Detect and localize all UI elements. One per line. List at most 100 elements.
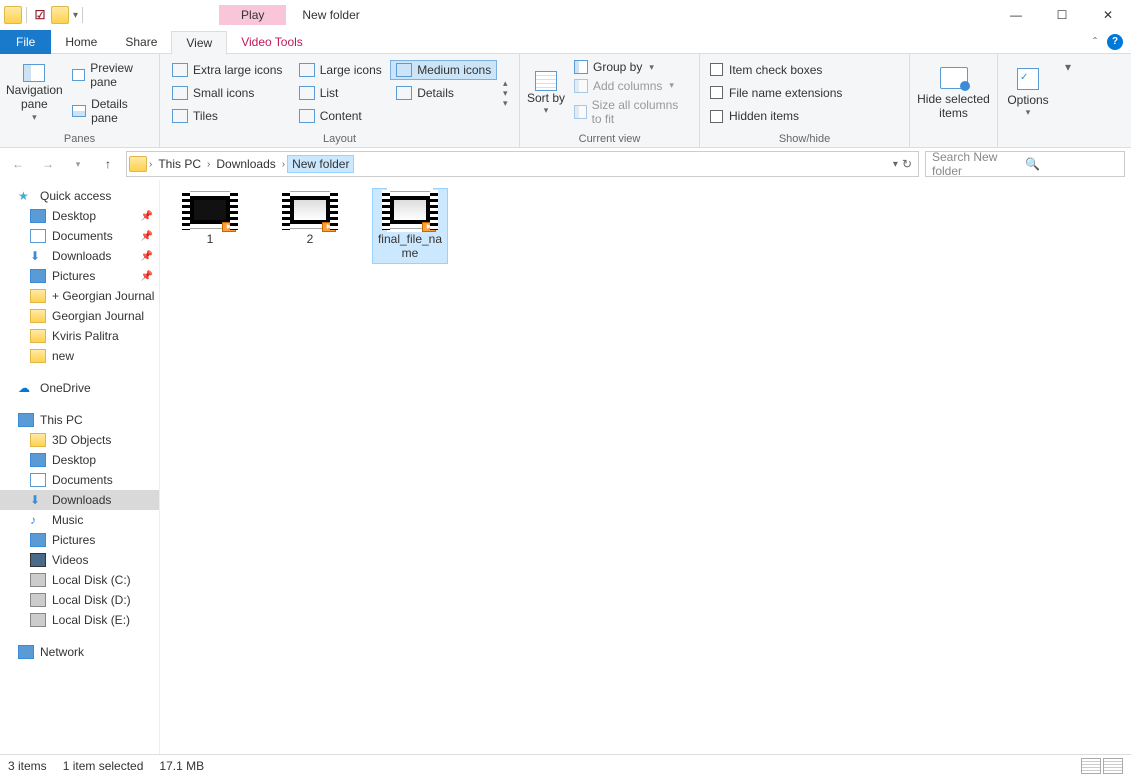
extra-large-icons-button[interactable]: Extra large icons — [166, 60, 293, 80]
tree-label: Quick access — [40, 189, 111, 203]
up-button[interactable]: ↑ — [96, 152, 120, 176]
window-title: New folder — [302, 8, 359, 22]
navigation-pane-button[interactable]: Navigation pane ▾ — [6, 58, 63, 128]
tree-this-pc[interactable]: This PC — [0, 410, 159, 430]
maximize-button[interactable]: ☐ — [1039, 0, 1085, 30]
lg-icons-icon — [299, 63, 315, 77]
tree-label: Downloads — [52, 493, 111, 507]
status-size: 17.1 MB — [159, 759, 204, 773]
tree-documents[interactable]: Documents📌 — [0, 226, 159, 246]
hide-selected-button[interactable]: Hide selected items — [916, 58, 991, 128]
list-button[interactable]: List — [293, 83, 390, 103]
ribbon-group-current-view: Sort by ▾ Group by▾ Add columns▾ Size al… — [520, 54, 700, 147]
disk-icon — [30, 593, 46, 607]
qa-chevron-icon[interactable]: ▾ — [73, 10, 78, 21]
refresh-icon[interactable]: ↻ — [902, 157, 912, 171]
large-icons-button[interactable]: Large icons — [293, 60, 390, 80]
file-item-2[interactable]: ▶ 2 — [272, 188, 348, 250]
sizecol-icon — [574, 105, 587, 119]
tree-music[interactable]: Music — [0, 510, 159, 530]
app-folder-icon[interactable] — [4, 6, 22, 24]
menu-video-tools[interactable]: Video Tools — [227, 30, 317, 54]
menu-view[interactable]: View — [171, 31, 227, 55]
tree-disk-e[interactable]: Local Disk (E:) — [0, 610, 159, 630]
chevron-down-icon: ▾ — [669, 80, 674, 91]
tree-videos[interactable]: Videos — [0, 550, 159, 570]
menu-right: ˆ ? — [1093, 34, 1131, 50]
breadcrumb-this-pc[interactable]: This PC — [154, 155, 205, 173]
tree-pictures[interactable]: Pictures📌 — [0, 266, 159, 286]
sort-by-button[interactable]: Sort by ▾ — [526, 58, 566, 128]
options-button[interactable]: Options ▾ — [1004, 58, 1052, 128]
menu-share[interactable]: Share — [111, 30, 171, 54]
tree-pictures-pc[interactable]: Pictures — [0, 530, 159, 550]
layout-spinner[interactable]: ▴▾▾ — [497, 58, 513, 128]
tree-downloads-pc[interactable]: Downloads — [0, 490, 159, 510]
tree-disk-d[interactable]: Local Disk (D:) — [0, 590, 159, 610]
breadcrumb-sep[interactable]: › — [282, 159, 285, 170]
details-view-button[interactable]: Details — [390, 83, 497, 103]
breadcrumb-downloads[interactable]: Downloads — [212, 155, 279, 173]
menu-file[interactable]: File — [0, 30, 51, 54]
size-columns-button[interactable]: Size all columns to fit — [572, 97, 693, 127]
close-button[interactable]: ✕ — [1085, 0, 1131, 30]
file-item-final[interactable]: ▶ final_file_name — [372, 188, 448, 264]
video-thumbnail-icon: ▶ — [286, 192, 334, 228]
tree-onedrive[interactable]: ☁OneDrive — [0, 378, 159, 398]
tree-desktop[interactable]: Desktop📌 — [0, 206, 159, 226]
current-view-group-label: Current view — [526, 131, 693, 145]
search-input[interactable]: Search New folder 🔍 — [925, 151, 1125, 177]
details-view-icon[interactable] — [1081, 758, 1101, 774]
large-icons-view-icon[interactable] — [1103, 758, 1123, 774]
tree-network[interactable]: Network — [0, 642, 159, 662]
tree-desktop-pc[interactable]: Desktop — [0, 450, 159, 470]
navigation-tree[interactable]: ★Quick access Desktop📌 Documents📌 Downlo… — [0, 180, 160, 760]
tree-3d-objects[interactable]: 3D Objects — [0, 430, 159, 450]
tiles-button[interactable]: Tiles — [166, 106, 293, 126]
address-dropdown-icon[interactable]: ▾ — [893, 159, 898, 170]
tree-quick-access[interactable]: ★Quick access — [0, 186, 159, 206]
breadcrumb-bar[interactable]: › This PC › Downloads › New folder ▾ ↻ — [126, 151, 919, 177]
tree-downloads-qa[interactable]: Downloads📌 — [0, 246, 159, 266]
item-check-boxes-checkbox[interactable]: Item check boxes — [710, 63, 903, 77]
tree-documents-pc[interactable]: Documents — [0, 470, 159, 490]
file-extensions-checkbox[interactable]: File name extensions — [710, 86, 903, 100]
file-item-1[interactable]: ▶ 1 — [172, 188, 248, 250]
music-icon — [30, 513, 46, 527]
tree-kviris-palitra[interactable]: Kviris Palitra — [0, 326, 159, 346]
tree-new[interactable]: new — [0, 346, 159, 366]
breadcrumb-sep[interactable]: › — [207, 159, 210, 170]
minimize-button[interactable]: — — [993, 0, 1039, 30]
new-folder-icon[interactable] — [51, 6, 69, 24]
videos-icon — [30, 553, 46, 567]
menu-home[interactable]: Home — [51, 30, 111, 54]
recent-locations-button[interactable]: ▾ — [66, 152, 90, 176]
tree-disk-c[interactable]: Local Disk (C:) — [0, 570, 159, 590]
forward-button[interactable]: → — [36, 152, 60, 176]
file-list[interactable]: ▶ 1 ▶ 2 ▶ final_file_name — [160, 180, 1131, 760]
tree-label: OneDrive — [40, 381, 91, 395]
add-columns-button[interactable]: Add columns▾ — [572, 78, 693, 94]
medium-icons-button[interactable]: Medium icons — [390, 60, 497, 80]
help-icon[interactable]: ? — [1107, 34, 1123, 50]
panes-group-label: Panes — [6, 131, 153, 145]
breadcrumb-current[interactable]: New folder — [287, 155, 354, 173]
back-button[interactable]: ← — [6, 152, 30, 176]
folder-icon — [30, 329, 46, 343]
hidden-items-checkbox[interactable]: Hidden items — [710, 109, 903, 123]
breadcrumb-sep[interactable]: › — [149, 159, 152, 170]
ribbon-overflow[interactable]: ▾ — [1058, 54, 1078, 147]
content-button[interactable]: Content — [293, 106, 390, 126]
group-by-button[interactable]: Group by▾ — [572, 59, 693, 75]
menu-bar: File Home Share View Video Tools ˆ ? — [0, 30, 1131, 54]
group-label: Group by — [593, 60, 642, 74]
small-icons-button[interactable]: Small icons — [166, 83, 293, 103]
properties-icon[interactable]: ☑ — [31, 6, 49, 24]
collapse-ribbon-icon[interactable]: ˆ — [1093, 35, 1097, 49]
tree-label: Pictures — [52, 533, 95, 547]
tree-georgian-journal[interactable]: Georgian Journal — [0, 306, 159, 326]
contextual-play-tab[interactable]: Play — [219, 5, 286, 25]
details-pane-button[interactable]: Details pane — [69, 95, 153, 127]
preview-pane-button[interactable]: Preview pane — [69, 59, 153, 91]
tree-georgian-journal-plus[interactable]: + Georgian Journal — [0, 286, 159, 306]
